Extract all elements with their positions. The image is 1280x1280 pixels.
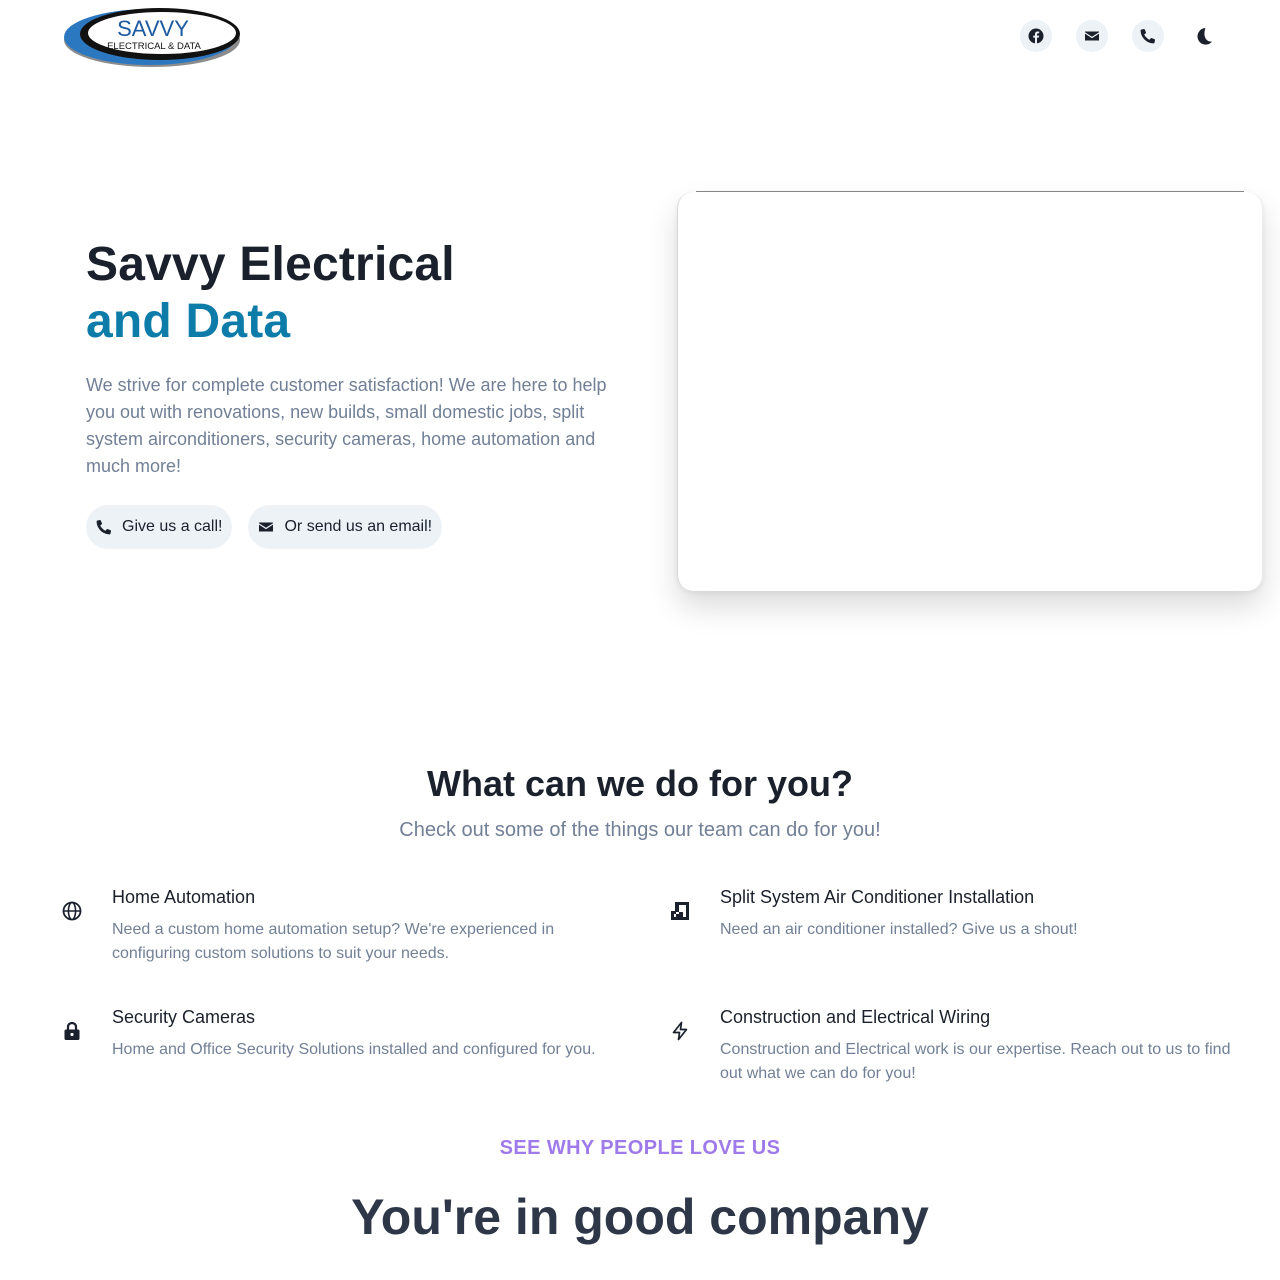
service-description: Need an air conditioner installed? Give … [720, 921, 1078, 938]
phone-icon [96, 519, 112, 535]
phone-icon [1140, 28, 1156, 44]
call-button-label: Give us a call! [122, 518, 223, 535]
service-title: Security Cameras [112, 1007, 256, 1027]
facebook-icon [1028, 28, 1044, 44]
hero-title: Savvy Electrical and Data [86, 236, 455, 350]
header-icon-group [1020, 20, 1220, 52]
globe-icon [62, 901, 82, 921]
dark-mode-toggle[interactable] [1188, 20, 1220, 52]
service-description: Home and Office Security Solutions insta… [112, 1041, 596, 1058]
hero-description: We strive for complete customer satisfac… [86, 375, 607, 476]
testimonials-title: You're in good company [351, 1189, 929, 1245]
service-title: Construction and Electrical Wiring [720, 1007, 991, 1027]
phone-button[interactable] [1132, 20, 1164, 52]
call-button[interactable]: Give us a call! [86, 505, 233, 549]
email-button[interactable] [1076, 20, 1108, 52]
site-header: SAVVY ELECTRICAL & DATA [0, 0, 1280, 80]
logo-graphic: SAVVY ELECTRICAL & DATA [64, 8, 240, 67]
logo-tagline-text: ELECTRICAL & DATA [107, 41, 201, 52]
email-icon [258, 519, 274, 535]
service-description: Construction and Electrical work is our … [720, 1041, 1231, 1082]
savvy-logo[interactable]: SAVVY ELECTRICAL & DATA [62, 4, 242, 70]
email-us-button[interactable]: Or send us an email! [248, 505, 443, 549]
email-icon [1085, 31, 1099, 41]
services-title: What can we do for you? [426, 763, 853, 804]
email-button-label: Or send us an email! [284, 518, 433, 535]
testimonials-eyebrow: SEE WHY PEOPLE LOVE US [499, 1137, 781, 1159]
lock-icon [62, 1021, 82, 1041]
service-description: Need a custom home automation setup? We'… [112, 921, 555, 962]
hero-media-card [677, 192, 1263, 591]
air-conditioner-icon [670, 901, 690, 921]
logo-brand-text: SAVVY [117, 16, 189, 41]
service-title: Home Automation [112, 887, 256, 907]
hero-title-line2: and Data [86, 295, 291, 348]
service-title: Split System Air Conditioner Installatio… [720, 887, 1035, 907]
services-subtitle: Check out some of the things our team ca… [399, 819, 881, 841]
hero-cta-group: Give us a call! Or send us an email! [86, 505, 443, 549]
moon-icon [1197, 28, 1213, 45]
lightning-icon [670, 1021, 690, 1041]
hero-title-line1: Savvy Electrical [86, 238, 455, 291]
facebook-button[interactable] [1020, 20, 1052, 52]
